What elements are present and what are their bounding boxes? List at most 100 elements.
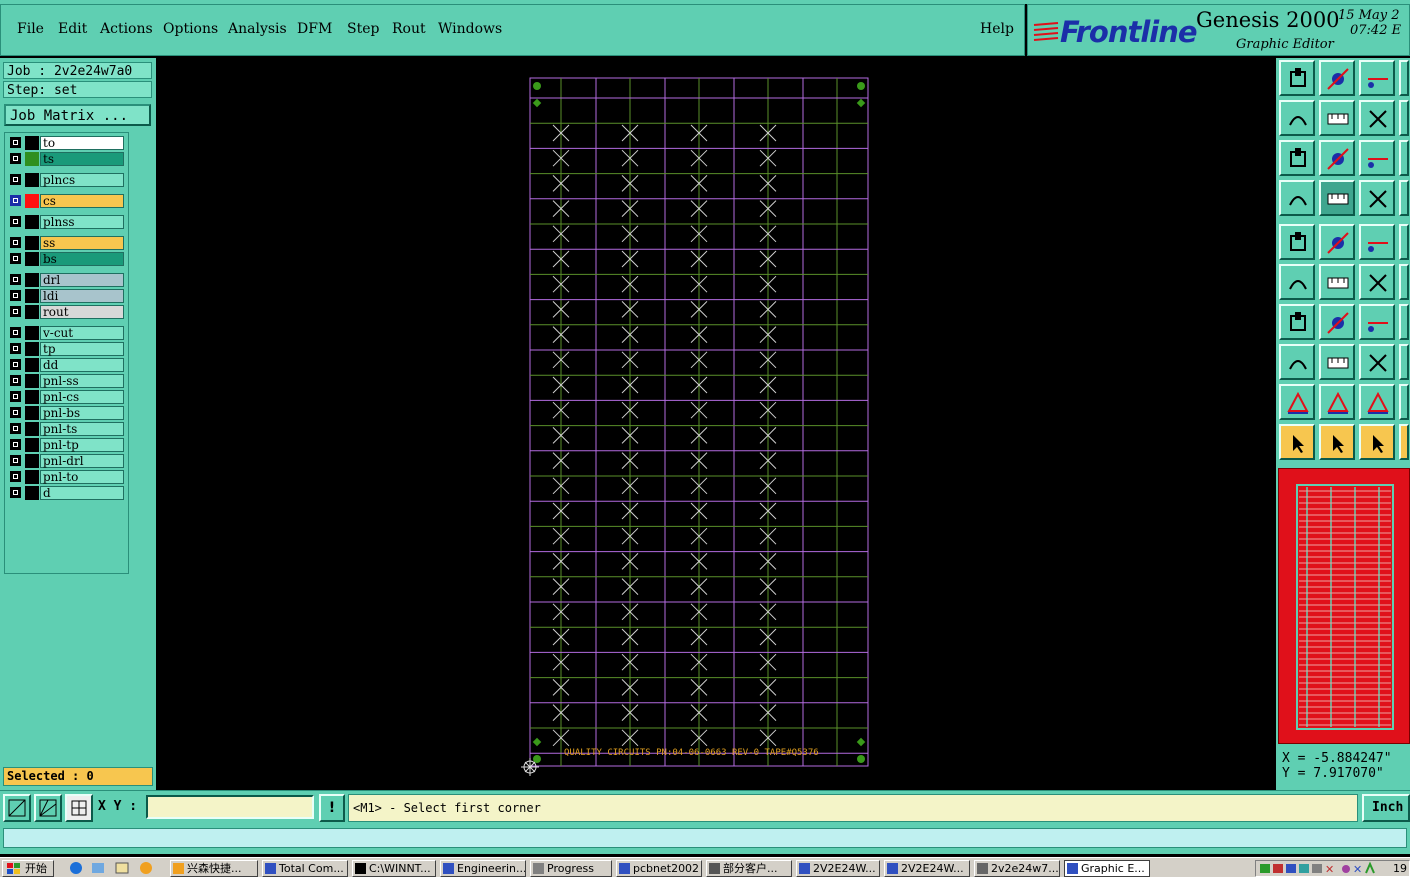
taskbar-task[interactable]: C:\WINNT...: [352, 860, 436, 877]
import-button[interactable]: [1319, 60, 1355, 96]
layer-name[interactable]: cs: [40, 194, 124, 208]
layer-color-swatch[interactable]: [25, 194, 39, 208]
menu-windows[interactable]: Windows: [438, 21, 502, 37]
layer-row-d[interactable]: d: [5, 486, 128, 500]
layer-row-bs[interactable]: bs: [5, 252, 128, 266]
draw-line-button[interactable]: [1319, 304, 1355, 340]
select-box-button[interactable]: [1319, 424, 1355, 460]
extra5-button[interactable]: [1399, 224, 1409, 260]
grid-mode-button[interactable]: [65, 794, 93, 822]
layer-row-ss[interactable]: ss: [5, 236, 128, 250]
taskbar-task[interactable]: Engineerin...: [440, 860, 526, 877]
move-pad-button[interactable]: [1279, 344, 1315, 380]
taskbar-task[interactable]: 2V2E24W...: [796, 860, 880, 877]
layer-name[interactable]: rout: [40, 305, 124, 319]
layer-color-swatch[interactable]: [25, 289, 39, 303]
layer-checkbox[interactable]: [10, 343, 21, 354]
menu-help[interactable]: Help: [980, 21, 1014, 37]
extra4-button[interactable]: [1399, 180, 1409, 216]
graphic-canvas[interactable]: QUALITY CIRCUITS PN:04-06-0663 REV-0 TAP…: [156, 58, 1276, 790]
extra6-button[interactable]: [1399, 264, 1409, 300]
measure-button[interactable]: [1359, 224, 1395, 260]
menu-analysis[interactable]: Analysis: [228, 21, 287, 37]
taskbar-task[interactable]: 2v2e24w7...: [974, 860, 1060, 877]
layer-color-swatch[interactable]: [25, 273, 39, 287]
layer-checkbox[interactable]: [10, 216, 21, 227]
layer-name[interactable]: pnl-drl: [40, 454, 124, 468]
layer-row-tp[interactable]: tp: [5, 342, 128, 356]
extra-button[interactable]: [1399, 60, 1409, 96]
layer-name[interactable]: pnl-ts: [40, 422, 124, 436]
layer-row-pnl-ss[interactable]: pnl-ss: [5, 374, 128, 388]
layer-color-swatch[interactable]: [25, 390, 39, 404]
layer-row-plnss[interactable]: plnss: [5, 215, 128, 229]
layer-checkbox[interactable]: [10, 391, 21, 402]
extra3-button[interactable]: [1399, 140, 1409, 176]
taskbar-task[interactable]: Graphic E...: [1064, 860, 1150, 877]
layer-row-ldi[interactable]: ldi: [5, 289, 128, 303]
add-arc-pad-button[interactable]: [1359, 264, 1395, 300]
layer-checkbox[interactable]: [10, 137, 21, 148]
layer-color-swatch[interactable]: [25, 152, 39, 166]
zoom-fit-button[interactable]: [1279, 140, 1315, 176]
layer-color-swatch[interactable]: [25, 305, 39, 319]
layer-name[interactable]: drl: [40, 273, 124, 287]
arc-a-button[interactable]: [1319, 384, 1355, 420]
layer-name[interactable]: bs: [40, 252, 124, 266]
layer-color-swatch[interactable]: [25, 215, 39, 229]
layer-name[interactable]: ss: [40, 236, 124, 250]
layer-color-swatch[interactable]: [25, 236, 39, 250]
layer-name[interactable]: tp: [40, 342, 124, 356]
menu-rout[interactable]: Rout: [392, 21, 426, 37]
menu-dfm[interactable]: DFM: [297, 21, 332, 37]
layer-checkbox[interactable]: [10, 274, 21, 285]
menu-options[interactable]: Options: [163, 21, 218, 37]
delete-button[interactable]: [1319, 264, 1355, 300]
undo-view-button[interactable]: [1359, 100, 1395, 136]
layer-row-drl[interactable]: drl: [5, 273, 128, 287]
job-matrix-button[interactable]: Job Matrix ...: [4, 104, 151, 126]
layer-row-pnl-cs[interactable]: pnl-cs: [5, 390, 128, 404]
layer-name[interactable]: pnl-bs: [40, 406, 124, 420]
extra9-button[interactable]: [1399, 384, 1409, 420]
layer-name[interactable]: pnl-to: [40, 470, 124, 484]
layer-name[interactable]: d: [40, 486, 124, 500]
layer-name[interactable]: plnss: [40, 215, 124, 229]
triangle-a-button[interactable]: [1279, 384, 1315, 420]
select-polygon-button[interactable]: [1359, 424, 1395, 460]
layer-color-swatch[interactable]: [25, 173, 39, 187]
xy-input[interactable]: [146, 795, 314, 819]
units-button[interactable]: Inch: [1362, 794, 1410, 822]
layer-color-swatch[interactable]: [25, 342, 39, 356]
layer-checkbox[interactable]: [10, 423, 21, 434]
home-step-button[interactable]: [1359, 60, 1395, 96]
zoom-1to2-button[interactable]: [1359, 140, 1395, 176]
layer-color-swatch[interactable]: [25, 358, 39, 372]
layer-name[interactable]: pnl-cs: [40, 390, 124, 404]
extra10-button[interactable]: [1399, 424, 1409, 460]
taskbar-task[interactable]: 部分客户...: [706, 860, 792, 877]
taskbar-task[interactable]: Total Com...: [262, 860, 348, 877]
layer-name[interactable]: ldi: [40, 289, 124, 303]
layer-row-to[interactable]: to: [5, 136, 128, 150]
layer-color-swatch[interactable]: [25, 422, 39, 436]
taskbar-task[interactable]: Progress: [530, 860, 612, 877]
layer-color-swatch[interactable]: [25, 470, 39, 484]
layer-checkbox[interactable]: [10, 375, 21, 386]
layer-row-pnl-drl[interactable]: pnl-drl: [5, 454, 128, 468]
layer-row-pnl-ts[interactable]: pnl-ts: [5, 422, 128, 436]
taskbar-task[interactable]: pcbnet2002: [616, 860, 702, 877]
extra2-button[interactable]: [1399, 100, 1409, 136]
layer-row-plncs[interactable]: plncs: [5, 173, 128, 187]
extra7-button[interactable]: [1399, 304, 1409, 340]
add-line-angle-button[interactable]: [1279, 304, 1315, 340]
overview-map[interactable]: [1278, 468, 1410, 744]
layer-row-rout[interactable]: rout: [5, 305, 128, 319]
menu-actions[interactable]: Actions: [100, 21, 153, 37]
layer-checkbox[interactable]: [10, 153, 21, 164]
add-pad-button[interactable]: [1279, 224, 1315, 260]
menu-edit[interactable]: Edit: [58, 21, 87, 37]
layer-color-swatch[interactable]: [25, 326, 39, 340]
layer-checkbox[interactable]: [10, 290, 21, 301]
layer-name[interactable]: pnl-ss: [40, 374, 124, 388]
